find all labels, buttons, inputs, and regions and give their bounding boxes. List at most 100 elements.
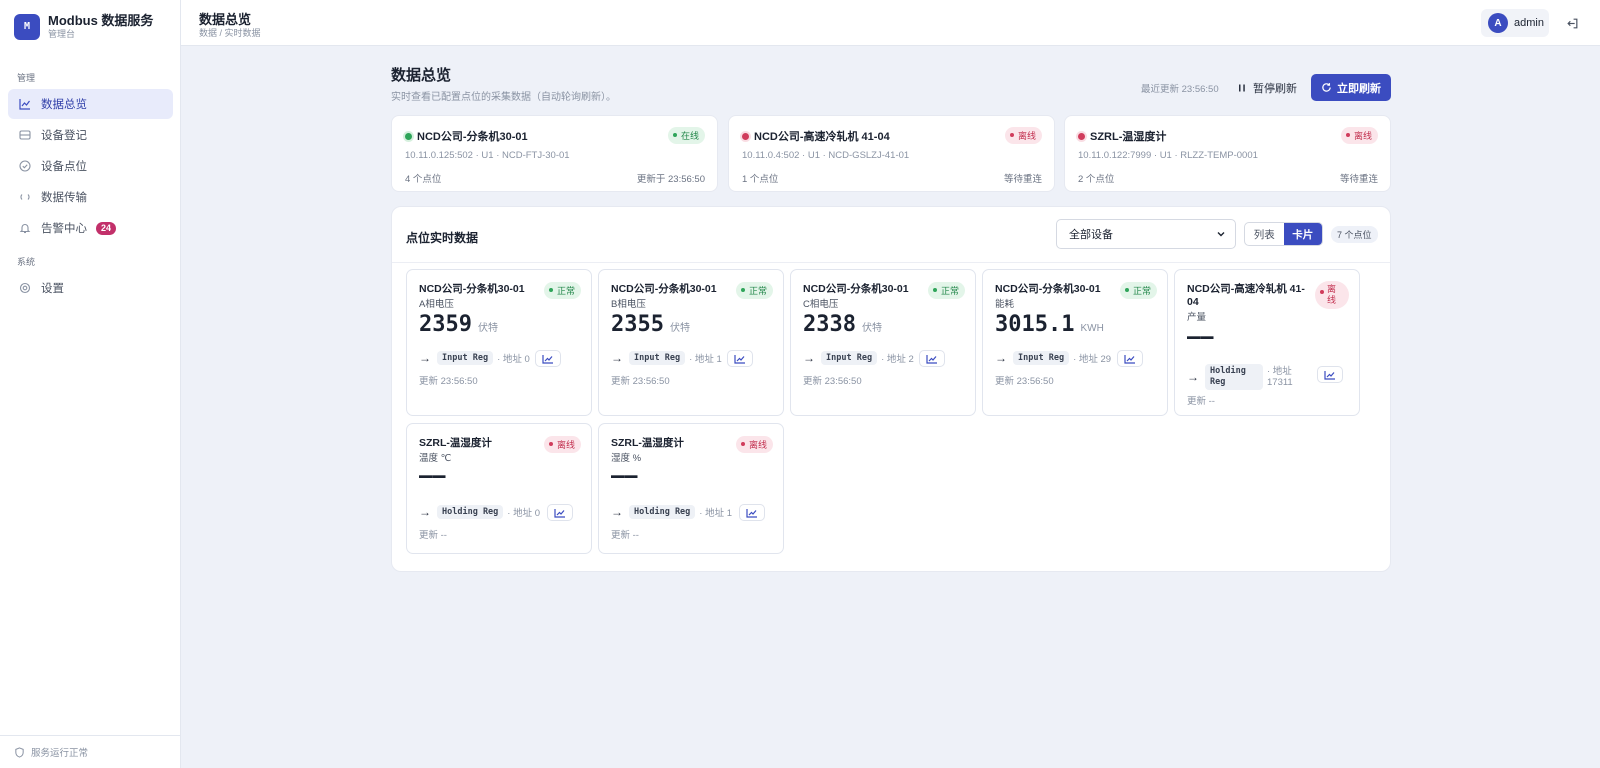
device-point-count: 2 个点位 [1078,174,1115,185]
register-address: · 地址 1 [689,354,722,365]
register-info: → Holding Reg · 地址 0 [419,505,540,519]
trend-icon [734,354,745,364]
shield-icon [14,746,25,758]
device-address: 10.11.0.125:502 · U1 · NCD-FTJ-30-01 [405,150,570,161]
point-value-row: 2338 伏特 [803,312,882,337]
topbar: 数据总览 数据 / 实时数据 A admin [181,0,1600,46]
device-name: NCD公司-分条机30-01 [417,131,528,143]
register-address: · 地址 0 [507,508,541,519]
view-card-button[interactable]: 卡片 [1283,223,1322,245]
brand[interactable]: M Modbus 数据服务 管理台 [14,13,153,40]
register-type-line2: Reg [1210,377,1226,387]
point-status-badge: 正常 [1119,282,1157,299]
sidebar-item-device-registry[interactable]: 设备登记 [8,120,173,150]
arrow-right-icon: → [419,351,431,365]
point-device-name: NCD公司-分条机30-01 [419,283,525,295]
device-point-count: 4 个点位 [405,174,442,185]
point-unit: 伏特 [669,323,690,334]
status-badge: 离线 [1004,127,1042,144]
point-value: 2355 [611,312,664,337]
point-card: NCD公司-分条机30-01 C相电压 正常 2338 伏特 → Input Reg… [790,269,976,416]
sidebar-item-settings[interactable]: 设置 [8,273,173,303]
point-card: NCD公司-分条机30-01 B相电压 正常 2355 伏特 → Input Reg… [598,269,784,416]
chart-line-icon [19,98,31,110]
refresh-now-button[interactable]: 立即刷新 [1311,74,1391,101]
point-value-row: —— [611,464,638,489]
device-update-info: 更新于 23:56:50 [636,174,705,185]
nav-section-system: 系统 [17,257,36,267]
brand-name: Modbus 数据服务 [48,13,154,28]
device-card[interactable]: NCD公司-高速冷轧机 41-04 离线 10.11.0.4:502 · U1 … [728,115,1055,192]
sync-icon [19,191,31,203]
sidebar-item-label: 数据传输 [41,192,87,204]
settings-icon [19,282,31,294]
register-type: Holding Reg [437,505,504,519]
point-device-name-line2: 04 [1187,296,1199,308]
status-badge: 离线 [1340,127,1378,144]
trend-chart-button[interactable] [1117,350,1143,367]
device-name: SZRL-温湿度计 [1090,131,1167,143]
device-filter-select[interactable]: 全部设备 [1056,219,1236,249]
point-value-row: 3015.1 KWH [995,312,1104,337]
device-address: 10.11.0.122:7999 · U1 · RLZZ-TEMP-0001 [1078,150,1258,161]
sidebar-item-alarm-center[interactable]: 告警中心 24 [8,213,173,243]
point-status-line1: 离 [1327,284,1337,294]
device-update-info: 等待重连 [1003,174,1042,185]
sidebar-item-device-points[interactable]: 设备点位 [8,151,173,181]
point-status-badge: 正常 [543,282,581,299]
device-filter-value: 全部设备 [1069,229,1113,241]
alarm-count-badge: 24 [96,221,117,235]
device-card[interactable]: SZRL-温湿度计 离线 10.11.0.122:7999 · U1 · RLZ… [1064,115,1391,192]
point-name: 产量 [1187,312,1207,323]
breadcrumb: 数据 / 实时数据 [199,28,261,38]
logout-icon[interactable] [1564,15,1580,31]
sidebar-item-data-overview[interactable]: 数据总览 [8,89,173,119]
point-card: NCD公司-分条机30-01 能耗 正常 3015.1 KWH → Input Re… [982,269,1168,416]
trend-chart-button[interactable] [1317,366,1343,383]
trend-icon [926,354,937,364]
user-menu[interactable]: A admin [1481,9,1549,37]
trend-chart-button[interactable] [547,504,573,521]
point-device-name-line1: NCD公司-高速冷轧机 41- [1187,283,1305,295]
point-updated: 更新 -- [611,530,639,541]
pause-refresh-button[interactable]: 暂停刷新 [1233,75,1299,101]
register-address: · 地址 2 [881,354,914,365]
register-info: → Holding Reg · 地址 17311 [1187,364,1293,390]
points-panel: 点位实时数据 全部设备 列表 卡片 7 个点位 NCD公司-分条机30-01 A… [391,206,1391,572]
trend-chart-button[interactable] [739,504,765,521]
trend-chart-button[interactable] [919,350,945,367]
point-card: SZRL-温湿度计 湿度 % 离线 —— → Holding Reg · 地址 1 … [598,423,784,554]
trend-icon [746,508,757,518]
online-dot [405,132,412,140]
device-name: NCD公司-高速冷轧机 41-04 [754,131,890,143]
point-value-row: —— [1187,325,1214,350]
view-list-button[interactable]: 列表 [1245,223,1284,245]
sidebar-item-data-transfer[interactable]: 数据传输 [8,182,173,212]
device-card[interactable]: NCD公司-分条机30-01 在线 10.11.0.125:502 · U1 ·… [391,115,718,192]
trend-chart-button[interactable] [727,350,753,367]
point-updated: 更新 23:56:50 [419,376,478,387]
page-title: 数据总览 [391,67,452,84]
last-update-time: 最近更新 23:56:50 [1141,84,1219,95]
sidebar-item-label: 设备点位 [41,161,87,173]
point-status-badge: 正常 [735,282,773,299]
point-name: A相电压 [419,299,454,310]
point-status-badge: 离线 [1315,281,1349,309]
trend-icon [1124,354,1135,364]
arrow-right-icon: → [419,505,431,519]
trend-icon [1324,370,1335,380]
point-count-badge: 7 个点位 [1331,226,1378,243]
point-name: 湿度 % [611,453,642,464]
refresh-icon [1321,82,1332,93]
sidebar-item-label: 数据总览 [41,99,87,111]
register-type-line1: Holding [1210,366,1246,376]
sidebar-item-label: 设备登记 [41,130,87,142]
point-value: 2338 [803,312,856,337]
chevron-down-icon [1216,229,1226,239]
arrow-right-icon: → [1187,370,1199,384]
point-card: NCD公司-分条机30-01 A相电压 正常 2359 伏特 → Input Reg… [406,269,592,416]
point-name: 温度 ℃ [419,453,452,464]
trend-chart-button[interactable] [535,350,561,367]
pause-refresh-label: 暂停刷新 [1253,83,1297,95]
avatar: A [1488,13,1508,33]
